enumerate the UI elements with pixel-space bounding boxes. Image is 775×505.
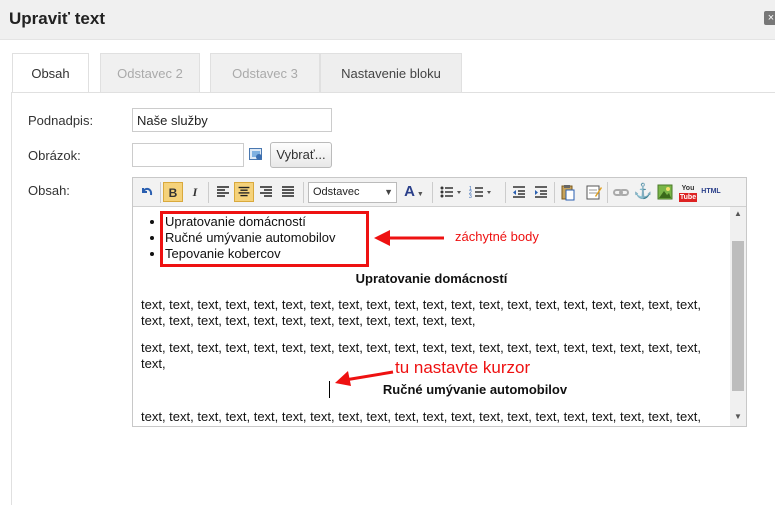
tab-odstavec-3[interactable]: Odstavec 3	[210, 53, 320, 93]
align-right-icon[interactable]	[256, 182, 276, 202]
toolbar-separator	[554, 182, 555, 203]
editor-toolbar: B I Odstavec ▼ A ▼ 1 2 3 ⚓ You Tube HTML	[133, 178, 746, 207]
subtitle-input[interactable]	[132, 108, 332, 132]
scrollbar-thumb[interactable]	[732, 241, 744, 391]
bold-icon[interactable]: B	[163, 182, 183, 202]
format-select-value: Odstavec	[313, 186, 360, 198]
edit-text-dialog: Upraviť text × Obsah Odstavec 2 Odstavec…	[0, 0, 775, 505]
tab-obsah[interactable]: Obsah	[12, 53, 89, 94]
outdent-icon[interactable]	[509, 182, 529, 202]
choose-image-button[interactable]: Vybrať...	[270, 142, 332, 168]
tab-nastavenie-bloku[interactable]: Nastavenie bloku	[320, 53, 462, 93]
align-left-icon[interactable]	[213, 182, 233, 202]
scroll-up-icon[interactable]: ▲	[730, 207, 746, 221]
title-bar: Upraviť text ×	[0, 0, 775, 40]
align-justify-icon[interactable]	[278, 182, 298, 202]
tab-odstavec-2[interactable]: Odstavec 2	[100, 53, 200, 93]
annotation-anchors-text: záchytné body	[455, 229, 539, 244]
toolbar-separator	[303, 182, 304, 203]
svg-text:3: 3	[469, 194, 472, 200]
align-center-icon[interactable]	[234, 182, 254, 202]
annotation-cursor-text: tu nastavte kurzor	[395, 358, 531, 377]
section-heading: Ručné umývanie automobilov	[382, 382, 568, 397]
toolbar-separator	[505, 182, 506, 203]
undo-icon[interactable]	[137, 182, 157, 202]
paste-icon[interactable]	[558, 182, 578, 202]
editor-scrollbar[interactable]: ▲ ▼	[730, 207, 746, 426]
youtube-icon[interactable]: You Tube	[678, 182, 698, 202]
paragraph: text, text, text, text, text, text, text…	[141, 409, 701, 426]
image-icon[interactable]	[655, 182, 675, 202]
toolbar-separator	[432, 182, 433, 203]
scroll-down-icon[interactable]: ▼	[730, 410, 746, 424]
annotation-arrow-icon	[374, 230, 444, 246]
toolbar-separator	[208, 182, 209, 203]
annotation-arrow-icon	[335, 370, 394, 386]
text-cursor	[329, 381, 330, 398]
indent-icon[interactable]	[531, 182, 551, 202]
text-color-icon[interactable]: A ▼	[401, 182, 427, 202]
toolbar-separator	[607, 182, 608, 203]
toolbar-separator	[160, 182, 161, 203]
edit-icon[interactable]	[584, 182, 604, 202]
image-label: Obrázok:	[28, 148, 81, 163]
youtube-glyph: You	[681, 185, 695, 192]
section-heading: Upratovanie domácností	[355, 271, 508, 286]
italic-icon[interactable]: I	[185, 182, 205, 202]
image-input[interactable]	[132, 143, 244, 167]
link-icon[interactable]	[611, 182, 631, 202]
format-select[interactable]: Odstavec ▼	[308, 182, 397, 203]
numbered-list-icon[interactable]: 123	[467, 182, 495, 202]
text-color-glyph: A	[404, 183, 415, 200]
close-icon[interactable]: ×	[764, 11, 775, 25]
bullet-list-icon[interactable]	[437, 182, 465, 202]
dialog-title: Upraviť text	[9, 9, 106, 28]
content-label: Obsah:	[28, 183, 70, 198]
chevron-down-icon: ▼	[384, 187, 393, 197]
html-icon[interactable]: HTML	[699, 182, 723, 202]
image-picker-icon[interactable]	[249, 147, 263, 161]
annotation-highlight-box	[160, 211, 369, 267]
subtitle-label: Podnadpis:	[28, 113, 94, 128]
paragraph: text, text, text, text, text, text, text…	[141, 297, 701, 328]
anchor-icon[interactable]: ⚓	[633, 182, 653, 202]
